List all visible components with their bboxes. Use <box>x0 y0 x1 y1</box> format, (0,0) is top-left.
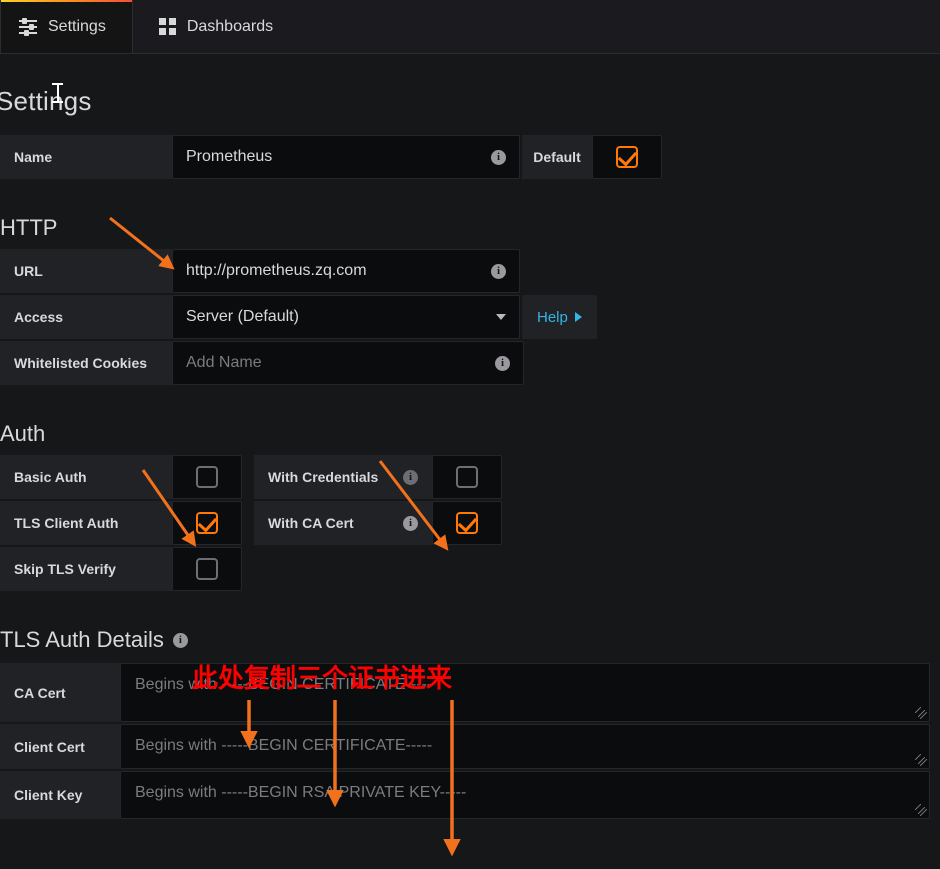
ca-cert-row: CA Cert Begins with -----BEGIN CERTIFICA… <box>0 663 940 722</box>
default-checkbox[interactable] <box>616 146 638 168</box>
with-credentials-label-wrap: With Credentials i <box>254 455 432 499</box>
url-label: URL <box>0 249 172 293</box>
datasource-settings-page: Settings Dashboards Settings Name Promet… <box>0 0 940 869</box>
url-input-value: http://prometheus.zq.com <box>186 262 367 279</box>
auth-section: Auth Basic Auth With Credentials i TLS C… <box>0 421 940 591</box>
client-key-row: Client Key Begins with -----BEGIN RSA PR… <box>0 771 940 819</box>
info-icon[interactable]: i <box>403 469 418 485</box>
tls-client-auth-field: TLS Client Auth <box>0 501 242 545</box>
info-icon[interactable]: i <box>495 355 510 371</box>
tls-rows: CA Cert Begins with -----BEGIN CERTIFICA… <box>0 663 940 819</box>
with-ca-cert-label-wrap: With CA Cert i <box>254 501 432 545</box>
sliders-icon <box>19 17 37 36</box>
auth-row-2: TLS Client Auth With CA Cert i <box>0 501 940 545</box>
client-cert-textarea[interactable]: Begins with -----BEGIN CERTIFICATE----- <box>120 724 930 769</box>
name-label: Name <box>0 135 172 179</box>
with-ca-cert-checkbox[interactable] <box>456 512 478 534</box>
tls-client-auth-checkbox[interactable] <box>196 512 218 534</box>
client-key-label: Client Key <box>0 771 120 819</box>
http-rows: URL http://prometheus.zq.com i Access Se… <box>0 249 940 385</box>
client-cert-label: Client Cert <box>0 724 120 769</box>
tls-auth-details-title: TLS Auth Details <box>0 627 164 652</box>
name-section: Name Prometheus i Default <box>0 135 940 179</box>
resize-handle-icon[interactable] <box>915 754 927 766</box>
tab-bar: Settings Dashboards <box>0 0 940 54</box>
auth-row-1: Basic Auth With Credentials i <box>0 455 940 499</box>
client-key-textarea[interactable]: Begins with -----BEGIN RSA PRIVATE KEY--… <box>120 771 930 819</box>
chevron-down-icon[interactable] <box>496 314 506 320</box>
client-cert-row: Client Cert Begins with -----BEGIN CERTI… <box>0 724 940 769</box>
ca-cert-placeholder: Begins with -----BEGIN CERTIFICATE----- <box>135 676 433 693</box>
default-label: Default <box>522 135 592 179</box>
name-row: Name Prometheus i Default <box>0 135 940 179</box>
tab-dashboards[interactable]: Dashboards <box>133 0 299 53</box>
tab-settings[interactable]: Settings <box>0 0 133 53</box>
info-icon[interactable]: i <box>491 149 506 165</box>
tab-dashboards-label: Dashboards <box>186 17 274 35</box>
ca-cert-textarea[interactable]: Begins with -----BEGIN CERTIFICATE----- <box>120 663 930 722</box>
grid-icon <box>158 18 176 35</box>
cookies-row: Whitelisted Cookies Add Name i <box>0 341 940 385</box>
access-row: Access Server (Default) Help <box>0 295 940 339</box>
resize-handle-icon[interactable] <box>915 804 927 816</box>
skip-tls-verify-checkbox[interactable] <box>196 558 218 580</box>
with-ca-cert-checkbox-cell[interactable] <box>432 501 502 545</box>
skip-tls-verify-checkbox-cell[interactable] <box>172 547 242 591</box>
with-credentials-field: With Credentials i <box>254 455 502 499</box>
url-row: URL http://prometheus.zq.com i <box>0 249 940 293</box>
basic-auth-label: Basic Auth <box>0 455 172 499</box>
info-icon[interactable]: i <box>403 515 418 531</box>
whitelisted-cookies-placeholder: Add Name <box>186 354 262 371</box>
with-credentials-label: With Credentials <box>268 469 379 485</box>
resize-handle-icon[interactable] <box>915 707 927 719</box>
http-section-title: HTTP <box>0 215 58 240</box>
http-section: HTTP URL http://prometheus.zq.com i Acce… <box>0 215 940 385</box>
with-ca-cert-field: With CA Cert i <box>254 501 502 545</box>
tls-client-auth-label: TLS Client Auth <box>0 501 172 545</box>
default-checkbox-cell[interactable] <box>592 135 662 179</box>
info-icon[interactable]: i <box>172 632 188 648</box>
tab-settings-label: Settings <box>48 17 106 35</box>
settings-content: Settings Name Prometheus i Default HTTP … <box>0 54 940 821</box>
basic-auth-field: Basic Auth <box>0 455 242 499</box>
ca-cert-label: CA Cert <box>0 663 120 722</box>
access-select-value: Server (Default) <box>186 308 299 325</box>
skip-tls-verify-field: Skip TLS Verify <box>0 547 242 591</box>
basic-auth-checkbox-cell[interactable] <box>172 455 242 499</box>
access-label: Access <box>0 295 172 339</box>
with-ca-cert-label: With CA Cert <box>268 515 354 531</box>
with-credentials-checkbox-cell[interactable] <box>432 455 502 499</box>
tls-client-auth-checkbox-cell[interactable] <box>172 501 242 545</box>
with-credentials-checkbox[interactable] <box>456 466 478 488</box>
whitelisted-cookies-label: Whitelisted Cookies <box>0 341 172 385</box>
name-input-value: Prometheus <box>186 148 273 165</box>
tls-auth-details-section: TLS Auth Details i CA Cert Begins with -… <box>0 627 940 819</box>
page-title: Settings <box>0 86 92 116</box>
auth-grid: Basic Auth With Credentials i TLS Client… <box>0 455 940 591</box>
client-key-placeholder: Begins with -----BEGIN RSA PRIVATE KEY--… <box>135 784 467 801</box>
info-icon[interactable]: i <box>491 263 506 279</box>
tls-auth-details-title-wrap: TLS Auth Details i <box>0 627 940 653</box>
play-arrow-icon <box>574 312 582 322</box>
client-cert-placeholder: Begins with -----BEGIN CERTIFICATE----- <box>135 737 433 754</box>
help-button-label: Help <box>537 308 568 326</box>
help-button[interactable]: Help <box>522 295 597 339</box>
access-select[interactable]: Server (Default) <box>172 295 520 339</box>
whitelisted-cookies-input[interactable]: Add Name i <box>172 341 524 385</box>
skip-tls-verify-label: Skip TLS Verify <box>0 547 172 591</box>
basic-auth-checkbox[interactable] <box>196 466 218 488</box>
auth-row-3: Skip TLS Verify <box>0 547 940 591</box>
url-input[interactable]: http://prometheus.zq.com i <box>172 249 520 293</box>
name-input[interactable]: Prometheus i <box>172 135 520 179</box>
auth-section-title: Auth <box>0 421 46 446</box>
